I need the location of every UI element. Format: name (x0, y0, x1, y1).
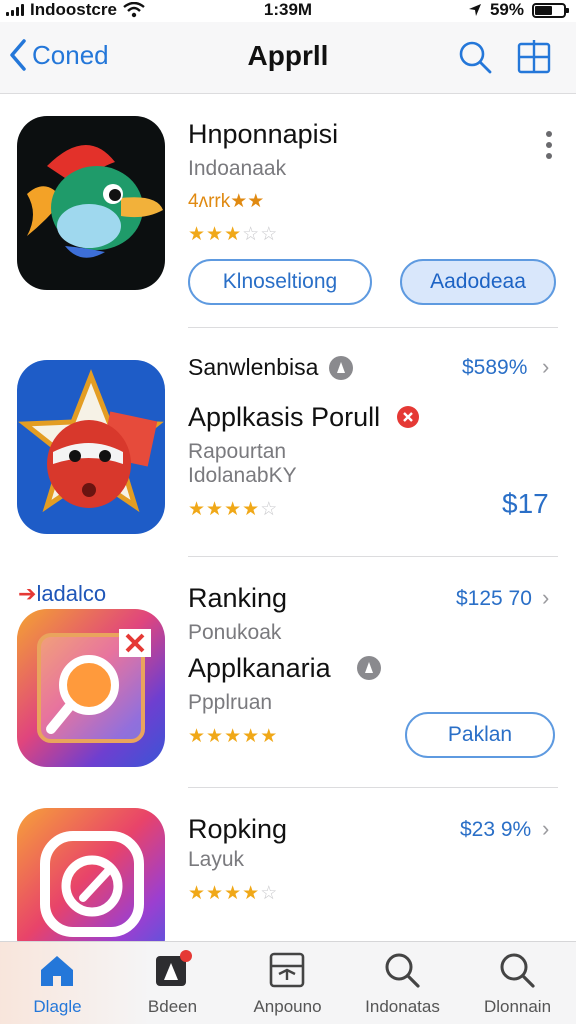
tab-label: Dlonnain (483, 997, 552, 1016)
search-icon (385, 953, 420, 988)
star-icon: ★ (206, 726, 224, 747)
star-icon: ★ (188, 224, 206, 245)
fish-app-icon[interactable] (17, 116, 165, 290)
battery-percent: 59% (489, 0, 524, 19)
star-rating: ★ ★ ★ ★ ★ (188, 727, 277, 746)
developer-label: Indoanaak (188, 157, 287, 180)
list-item[interactable]: Hnponnapisi Indoanaak 4ᴧrrk★★ ★ ★ ★ ☆ ☆ Klno… (0, 95, 576, 327)
status-right: 59% (468, 0, 569, 20)
verified-icon (357, 656, 381, 680)
battery-fill (535, 5, 552, 15)
search-icon (500, 953, 535, 988)
play-badge-icon (156, 950, 192, 986)
star-rating: ★ ★ ★ ★ ☆ (188, 884, 277, 903)
star-icon: ★ (260, 726, 278, 747)
star-rating: ★ ★ ★ ☆ ☆ (188, 225, 277, 244)
app-title: Ranking (188, 583, 288, 613)
status-bar: Indoostcre 1:39M 59% (0, 0, 576, 22)
app-title: Hnponnapisi (188, 119, 339, 149)
tab-label: Bdeen (147, 997, 198, 1016)
camera-app-icon[interactable] (17, 808, 165, 941)
chevron-right-icon[interactable]: › (542, 585, 549, 611)
tabs-icon[interactable] (516, 38, 552, 74)
star-icon: ☆ (260, 224, 278, 245)
section-label-text: ladalco (36, 581, 107, 606)
star-icon: ★ (188, 883, 206, 904)
developer-label: Ppplruan (188, 691, 273, 714)
get-button[interactable]: Aadodeaa (400, 259, 556, 305)
magnifier-card-icon (37, 629, 151, 743)
star-icon: ★ (206, 499, 224, 520)
app-list: Hnponnapisi Indoanaak 4ᴧrrk★★ ★ ★ ★ ☆ ☆ Klno… (0, 95, 576, 941)
star-icon: ★ (242, 726, 260, 747)
star-mascot-icon (18, 369, 164, 513)
tab-games[interactable]: Bdeen (115, 942, 230, 1024)
camera-icon (40, 831, 144, 937)
star-icon: ☆ (260, 499, 278, 520)
rating-text: 4ᴧrrk★★ (188, 191, 265, 212)
search-icon[interactable] (456, 38, 494, 76)
tab-domain[interactable]: Dlonnain (460, 942, 575, 1024)
category-label: Sanwlenbisa (188, 354, 319, 380)
app-subtitle: Rapourtan (188, 440, 287, 463)
price-label: $589% (462, 356, 528, 379)
arcade-icon (269, 952, 305, 988)
star-icon: ★ (188, 499, 206, 520)
app-subtitle: Ponukoak (188, 621, 282, 644)
chevron-right-icon[interactable]: › (542, 816, 549, 842)
tab-label: Dlagle (33, 997, 82, 1016)
star-icon: ☆ (260, 883, 278, 904)
navigation-bar: Coned Apprll (0, 22, 576, 94)
developer-label: IdolanabKY (188, 464, 297, 487)
star-icon: ★ (206, 883, 224, 904)
developer-label: Layuk (188, 848, 245, 871)
tab-search[interactable]: Indonatas (345, 942, 460, 1024)
star-icon: ★ (206, 224, 224, 245)
open-button[interactable]: Klnoseltiong (188, 259, 372, 305)
tab-label: Indonatas (365, 997, 440, 1016)
chevron-right-icon[interactable]: › (542, 354, 549, 380)
app-title: Applkasis Porull (188, 402, 381, 432)
star-icon: ★ (188, 726, 206, 747)
tab-bar: Dlagle Bdeen Anpouno Indonatas Dlonnain (0, 941, 576, 1024)
app-title: Ropking (188, 814, 288, 844)
star-icon: ★ (242, 499, 260, 520)
star-icon: ★ (224, 224, 242, 245)
search-app-icon[interactable] (17, 609, 165, 767)
star-icon: ☆ (242, 224, 260, 245)
star-icon: ★ (224, 883, 242, 904)
price-value[interactable]: $17 (502, 488, 549, 520)
tab-label: Anpouno (253, 997, 322, 1016)
price-label: $125 70 (456, 587, 532, 610)
tab-today[interactable]: Dlagle (0, 942, 115, 1024)
location-arrow-icon (468, 4, 481, 16)
battery-icon (532, 2, 569, 18)
star-rating: ★ ★ ★ ★ ☆ (188, 500, 277, 519)
app-title-secondary: Applkanaria (188, 653, 331, 683)
action-button[interactable]: Paklan (405, 712, 555, 758)
list-item[interactable]: ➔ladalco Ranking $125 70 › Ponukoak Appl… (0, 557, 576, 787)
list-item[interactable]: Ropking $23 9% › Layuk ★ ★ ★ ★ ☆ (0, 788, 576, 941)
list-item[interactable]: Sanwlenbisa $589% › Applkasis Porull Rap… (0, 328, 576, 556)
arrow-right-icon: ➔ (18, 581, 37, 606)
star-icon: ★ (224, 499, 242, 520)
verified-icon (329, 356, 353, 380)
fish-icon (27, 144, 163, 258)
home-icon (41, 956, 73, 986)
star-icon: ★ (242, 883, 260, 904)
star-app-icon[interactable] (17, 360, 165, 534)
star-icon: ★ (224, 726, 242, 747)
alert-badge-icon (397, 406, 419, 428)
tab-apps[interactable]: Anpouno (230, 942, 345, 1024)
price-label: $23 9% (460, 818, 532, 841)
section-label: ➔ladalco (18, 581, 106, 607)
more-options-icon[interactable] (540, 131, 558, 171)
